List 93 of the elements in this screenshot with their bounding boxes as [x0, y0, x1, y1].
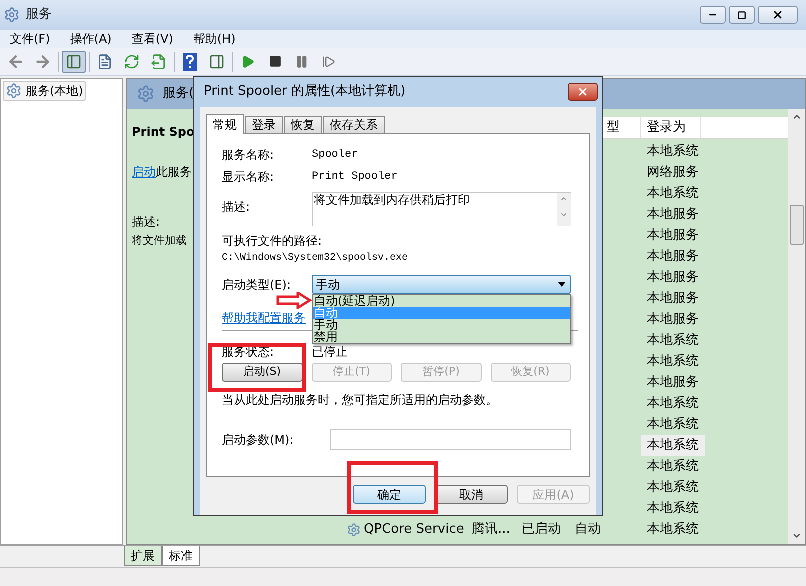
link-suffix: 此服务 — [156, 164, 192, 181]
table-cell-text: 本地服务 — [647, 374, 699, 392]
table-cell-text: 本地服务 — [647, 310, 699, 329]
view-tab[interactable]: 扩展 — [124, 546, 162, 566]
menu-item[interactable]: 帮助(H) — [193, 30, 236, 48]
maximize-button[interactable] — [729, 6, 755, 24]
field-value: Spooler — [312, 148, 358, 163]
dialog-tab[interactable]: 恢复 — [284, 116, 322, 133]
dialog-title: Print Spooler 的属性(本地计算机) — [204, 83, 406, 102]
window-title: 服务 — [26, 6, 52, 24]
table-cell-text: 网络服务 — [647, 164, 699, 182]
column-header[interactable]: 登录为 — [647, 118, 686, 138]
dropdown-option[interactable]: 手动 — [313, 319, 570, 331]
table-cell-text: 本地系统 — [647, 332, 699, 350]
resume-icon[interactable] — [322, 54, 336, 68]
table-cell-text: QPCore Service — [364, 520, 464, 539]
dialog-tab[interactable]: 登录 — [245, 116, 283, 133]
field-label: 启动参数(M): — [222, 432, 295, 448]
gear-icon — [4, 7, 20, 23]
table-cell-text: 本地系统 — [647, 416, 699, 434]
dialog-tab[interactable]: 常规 — [206, 114, 244, 134]
table-cell-text: 本地服务 — [647, 226, 699, 245]
dropdown-option[interactable]: 禁用 — [313, 331, 570, 343]
gear-icon — [6, 83, 22, 99]
view-tab[interactable]: 标准 — [162, 546, 200, 566]
table-cell-text: 本地系统 — [647, 352, 699, 371]
field-label: 显示名称: — [222, 169, 276, 186]
dropdown-option[interactable]: 自动(延迟启动) — [313, 295, 570, 307]
start-link[interactable]: 启动 — [132, 163, 156, 181]
close-button[interactable] — [568, 83, 598, 101]
table-cell-text: 本地系统 — [647, 436, 699, 455]
forward-arrow-icon[interactable] — [34, 52, 52, 70]
properties-icon[interactable] — [97, 54, 113, 70]
panel-icon[interactable] — [209, 54, 225, 70]
scrollbar[interactable] — [788, 109, 805, 544]
table-cell: 已启动 — [522, 522, 561, 537]
field-value: Print Spooler — [312, 170, 398, 185]
field-label: 启动类型(E): — [222, 276, 291, 294]
field-label: 服务名称: — [222, 147, 276, 164]
help-link[interactable]: 帮助我配置服务 — [222, 311, 306, 325]
field-label: 描述: — [222, 199, 252, 216]
stop-icon[interactable] — [268, 55, 282, 68]
table-cell-text: 本地系统 — [647, 142, 699, 161]
table-cell-text: 本地服务 — [647, 268, 699, 287]
export-icon[interactable] — [151, 54, 167, 70]
field-value: 已停止 — [312, 344, 348, 361]
refresh-icon[interactable] — [124, 54, 140, 70]
scrollbar-thumb[interactable] — [790, 205, 804, 245]
menu-item[interactable]: 查看(V) — [132, 30, 174, 48]
description-text: 将文件加载 — [132, 233, 187, 249]
table-cell-text: 本地系统 — [647, 500, 699, 518]
pointer-arrow-icon — [276, 292, 312, 309]
scroll-up-icon[interactable] — [792, 112, 802, 122]
dialog-button[interactable]: 确定 — [353, 485, 426, 504]
table-cell-text: 本地系统 — [647, 394, 699, 413]
gear-icon — [137, 85, 155, 103]
column-header[interactable]: 型 — [607, 118, 620, 138]
field-label: 服务状态: — [222, 344, 276, 361]
close-button[interactable] — [758, 6, 798, 24]
table-cell: 腾讯... — [472, 522, 510, 537]
startup-type-dropdown[interactable]: 手动 — [312, 275, 571, 294]
table-cell-text: 本地服务 — [647, 290, 699, 308]
menu-item[interactable]: 文件(F) — [10, 30, 50, 48]
panel-icon — [66, 54, 82, 70]
tree-item[interactable]: 服务(本地) — [3, 81, 86, 101]
gear-icon — [347, 522, 361, 536]
service-button[interactable]: 启动(S) — [222, 363, 302, 382]
table-cell-text: 本地系统 — [647, 478, 699, 497]
close-icon — [772, 9, 784, 21]
path-value: C:\Windows\System32\spoolsv.exe — [222, 252, 410, 266]
table-cell-text: 本地服务 — [647, 248, 699, 266]
table-cell-text: 本地系统 — [647, 184, 699, 203]
pause-icon[interactable] — [295, 54, 309, 68]
table-cell-text: 本地系统 — [647, 458, 699, 476]
menu-item[interactable]: 操作(A) — [70, 30, 112, 48]
maximize-icon — [737, 10, 747, 20]
table-cell-text: 本地系统 — [647, 520, 699, 539]
help-icon[interactable] — [183, 52, 197, 70]
table-cell-text: 本地服务 — [647, 206, 699, 224]
hint-text: 当从此处启动服务时，您可指定所适用的启动参数。 — [222, 392, 499, 409]
close-icon — [577, 86, 589, 98]
pane-header: 服务( — [163, 85, 194, 104]
caret-icon — [558, 282, 566, 287]
dialog-button[interactable]: 取消 — [435, 485, 508, 504]
play-icon[interactable] — [241, 54, 255, 68]
show-tree-button[interactable] — [62, 50, 86, 72]
description-label: 描述: — [132, 214, 160, 231]
scroll-down-icon[interactable] — [792, 531, 802, 541]
field-label: 可执行文件的路径: — [222, 233, 322, 250]
table-cell: 自动 — [575, 522, 601, 537]
service-title: Print Spo — [132, 124, 195, 141]
start-params-field[interactable] — [330, 429, 571, 450]
dialog-tab[interactable]: 依存关系 — [323, 116, 385, 133]
